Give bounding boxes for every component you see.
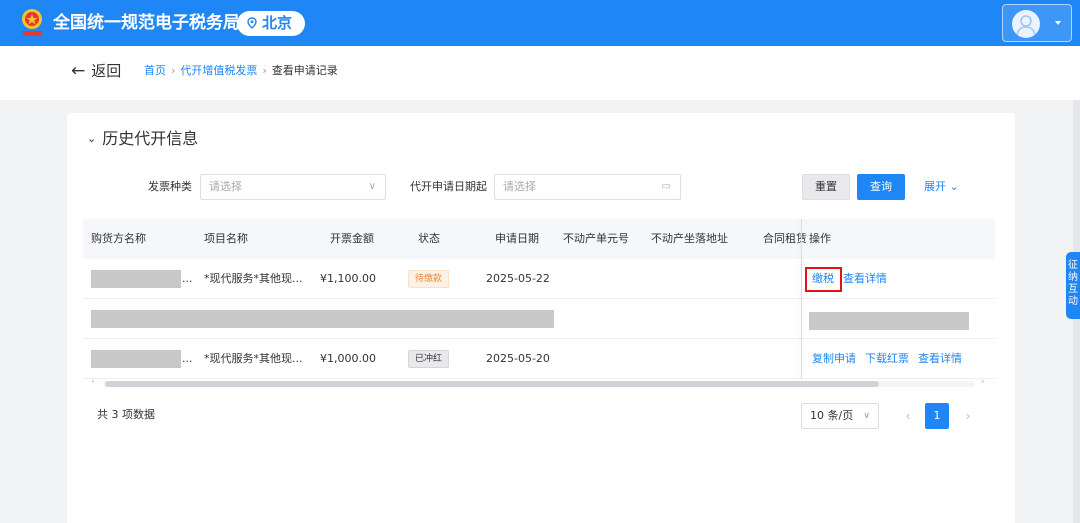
chevron-right-icon: › (262, 64, 267, 77)
section-title: 历史代开信息 (102, 129, 199, 148)
col-buyer: 购货方名称 (91, 232, 146, 245)
prev-page-button[interactable]: ‹ (898, 403, 918, 429)
region-label: 北京 (262, 14, 293, 32)
amount: ¥1,100.00 (320, 272, 376, 285)
interaction-side-tab[interactable]: 征 纳 互 动 (1066, 252, 1080, 319)
apply-date: 2025-05-20 (486, 352, 550, 365)
app-title: 全国统一规范电子税务局 (53, 13, 240, 33)
fixed-column-divider (801, 219, 802, 379)
status-badge: 待缴款 (408, 270, 450, 288)
arrow-left-icon: ← (71, 61, 86, 81)
expand-button[interactable]: 展开 ⌄ (924, 174, 959, 200)
invoice-type-select[interactable]: 请选择 ∨ (200, 174, 386, 200)
user-menu[interactable] (1002, 4, 1072, 42)
page-size-label: 10 条/页 (810, 409, 854, 422)
redacted-actions (809, 312, 969, 330)
download-red-invoice-link[interactable]: 下载红票 (865, 339, 909, 379)
highlight-box (805, 267, 842, 292)
col-date: 申请日期 (495, 232, 539, 245)
calendar-icon: ▭ (661, 181, 671, 192)
side-tab-char: 动 (1068, 296, 1078, 307)
breadcrumb-current: 查看申请记录 (271, 64, 338, 77)
copy-apply-link[interactable]: 复制申请 (812, 339, 856, 379)
table-row: ... *现代服务*其他现... ¥1,100.00 待缴款 2025-05-2… (83, 259, 995, 299)
redacted-buyer (91, 270, 181, 288)
back-label: 返回 (91, 62, 122, 80)
apply-date: 2025-05-22 (486, 272, 550, 285)
col-unit-no: 不动产单元号 (563, 232, 629, 245)
page-size-select[interactable]: 10 条/页 ∨ (801, 403, 879, 429)
buyer-ellipsis: ... (182, 352, 193, 365)
amount: ¥1,000.00 (320, 352, 376, 365)
col-address: 不动产坐落地址 (651, 232, 728, 245)
table-row: ... *现代服务*其他现... ¥1,000.00 已冲红 2025-05-2… (83, 339, 995, 379)
view-detail-link[interactable]: 查看详情 (918, 339, 962, 379)
chevron-right-icon: › (171, 64, 176, 77)
breadcrumb-bar: ← 返回 首页 › 代开增值税发票 › 查看申请记录 (0, 46, 1080, 100)
query-button[interactable]: 查询 (857, 174, 905, 200)
status-badge: 已冲红 (408, 350, 450, 368)
region-selector[interactable]: 北京 (237, 11, 305, 36)
col-actions: 操作 (809, 232, 831, 245)
item-name: *现代服务*其他现... (204, 272, 303, 285)
history-card: ⌄ 历史代开信息 发票种类 请选择 ∨ 代开申请日期起 请选择 ▭ 重置 查询 展… (67, 113, 1015, 523)
scroll-thumb[interactable] (105, 381, 879, 387)
invoice-type-placeholder: 请选择 (209, 180, 242, 193)
redacted-row (91, 310, 554, 328)
invoice-type-label: 发票种类 (148, 180, 192, 193)
chevron-down-icon: ∨ (863, 411, 870, 421)
top-header: 全国统一规范电子税务局 北京 (0, 0, 1080, 46)
total-count: 共 3 项数据 (97, 408, 155, 421)
breadcrumb-home[interactable]: 首页 (144, 64, 166, 77)
apply-date-label: 代开申请日期起 (410, 180, 487, 193)
next-page-button[interactable]: › (958, 403, 978, 429)
apply-date-picker[interactable]: 请选择 ▭ (494, 174, 681, 200)
table-row (83, 299, 995, 339)
back-button[interactable]: ← 返回 (71, 61, 121, 81)
expand-label: 展开 (924, 180, 946, 193)
col-item: 项目名称 (204, 232, 248, 245)
view-detail-link[interactable]: 查看详情 (843, 259, 887, 299)
buyer-ellipsis: ... (182, 272, 193, 285)
page-number[interactable]: 1 (925, 403, 949, 429)
reset-button[interactable]: 重置 (802, 174, 850, 200)
tax-emblem-icon (22, 9, 42, 36)
side-tab-char: 征 (1068, 260, 1078, 271)
redacted-buyer (91, 350, 181, 368)
user-avatar-icon (1012, 10, 1040, 38)
scroll-right-icon: › (981, 377, 985, 387)
caret-down-icon (1055, 21, 1061, 25)
table-header: 购货方名称 项目名称 开票金额 状态 申请日期 不动产单元号 不动产坐落地址 合… (83, 219, 995, 259)
location-pin-icon (247, 17, 257, 29)
side-tab-char: 纳 (1068, 272, 1078, 283)
chevron-down-icon: ∨ (368, 181, 376, 192)
section-toggle[interactable]: ⌄ 历史代开信息 (87, 128, 198, 150)
item-name: *现代服务*其他现... (204, 352, 303, 365)
table-horizontal-scrollbar[interactable]: ‹ › (91, 377, 987, 388)
col-amount: 开票金额 (330, 232, 374, 245)
chevron-down-icon: ⌄ (87, 132, 97, 145)
side-tab-char: 互 (1068, 284, 1078, 295)
col-status: 状态 (418, 232, 440, 245)
breadcrumb-invoice[interactable]: 代开增值税发票 (180, 64, 257, 77)
breadcrumb: 首页 › 代开增值税发票 › 查看申请记录 (144, 63, 338, 79)
apply-date-placeholder: 请选择 (503, 180, 536, 193)
chevron-down-icon: ⌄ (949, 180, 959, 193)
scroll-left-icon: ‹ (91, 377, 95, 387)
history-table: 购货方名称 项目名称 开票金额 状态 申请日期 不动产单元号 不动产坐落地址 合… (83, 219, 995, 379)
